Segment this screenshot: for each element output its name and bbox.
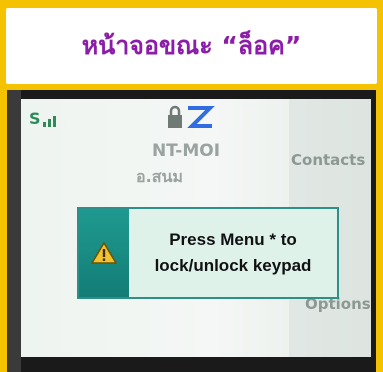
signal-strength-icon: S xyxy=(29,107,59,127)
title-bar: หน้าจอขณะ “ล็อค” xyxy=(6,8,377,84)
dialog-message: Press Menu * to lock/unlock keypad xyxy=(129,209,337,297)
contacts-softkey[interactable]: Contacts xyxy=(291,151,371,169)
network-name: NT-MOI xyxy=(151,141,221,161)
slide-frame: หน้าจอขณะ “ล็อค” S NT-MOI อ.สนม Contacts… xyxy=(0,0,383,372)
keypad-lock-icon xyxy=(168,105,215,128)
location-label: อ.สนม xyxy=(136,167,183,186)
dialog-line-1: Press Menu * to xyxy=(169,230,297,249)
warning-icon xyxy=(91,241,117,264)
page-title: หน้าจอขณะ “ล็อค” xyxy=(81,31,302,60)
dialog-icon-panel xyxy=(79,209,129,297)
phone-device: S NT-MOI อ.สนม Contacts Options Press Me… xyxy=(7,90,376,372)
dialog-line-2: lock/unlock keypad xyxy=(154,256,312,275)
device-bezel xyxy=(7,90,21,372)
phone-screen: S NT-MOI อ.สนม Contacts Options Press Me… xyxy=(21,99,371,357)
keypad-lock-dialog: Press Menu * to lock/unlock keypad xyxy=(77,207,339,299)
